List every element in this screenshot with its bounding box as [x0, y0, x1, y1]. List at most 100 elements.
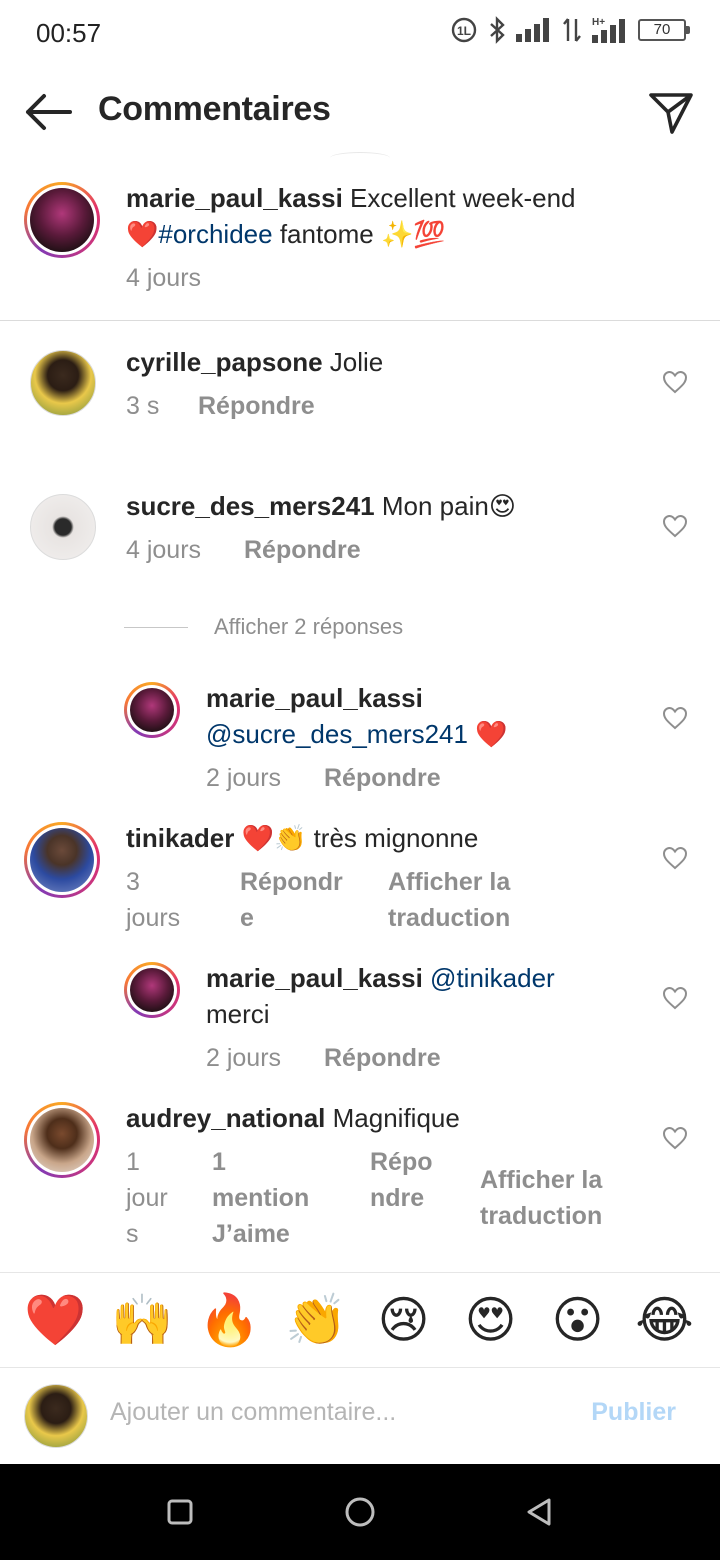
battery-icon: 70 — [638, 19, 690, 41]
reply-button[interactable]: Répo ndre — [370, 1144, 433, 1216]
heart-outline-icon — [662, 846, 688, 870]
emoji-sad-button[interactable]: 😢 — [369, 1290, 439, 1350]
timestamp-part: jours — [126, 904, 181, 932]
data-transfer-icon — [562, 17, 582, 43]
status-time: 00:57 — [36, 18, 102, 48]
comment-composer: Publier — [0, 1368, 720, 1464]
paper-plane-icon — [649, 93, 693, 134]
comment-username[interactable]: tinikader — [126, 823, 234, 853]
commenter-avatar[interactable] — [30, 350, 96, 416]
emoji-fire-button[interactable]: 🔥 — [195, 1290, 265, 1350]
reply-avatar[interactable] — [124, 682, 180, 738]
status-bar: 00:57 1L H+ 70 — [0, 0, 720, 66]
heart-outline-icon — [662, 514, 688, 538]
reply-button[interactable]: Répondre — [324, 760, 441, 796]
caption-username[interactable]: marie_paul_kassi — [126, 183, 343, 213]
timestamp-part: 3 — [126, 868, 140, 896]
comment-text: ❤️👏 très mignonne — [241, 823, 479, 853]
heart-emoji: ❤️ — [126, 219, 159, 249]
comment-username[interactable]: audrey_national — [126, 1103, 325, 1133]
likes-count-link[interactable]: 1 mention J’aime — [212, 1144, 309, 1252]
reply-label-part: e — [240, 904, 254, 932]
heart-outline-icon — [662, 706, 688, 730]
caption-timestamp: 4 jours — [126, 264, 202, 292]
commenter-avatar[interactable] — [24, 822, 100, 898]
translate-button[interactable]: Afficher la traduction — [480, 1162, 602, 1234]
recent-apps-button[interactable] — [158, 1490, 202, 1534]
comment-timestamp: 3 jours — [126, 864, 180, 936]
like-button[interactable] — [660, 844, 690, 872]
reply-text-row: @sucre_des_mers241 ❤️ — [206, 716, 508, 752]
replies-line — [124, 626, 188, 628]
sparkles-emoji: ✨💯 — [381, 219, 446, 249]
timestamp-part: jour — [126, 1184, 168, 1212]
comment-timestamp: 4 jours — [126, 536, 202, 564]
comment-text-row: tinikader ❤️👏 très mignonne — [126, 820, 478, 856]
home-button[interactable] — [338, 1490, 382, 1534]
reply-timestamp: 2 jours — [206, 764, 282, 792]
emoji-heart-eyes-button[interactable]: 😍 — [456, 1290, 526, 1350]
caption-avatar[interactable] — [24, 182, 100, 258]
emoji-clap-button[interactable]: 👏 — [282, 1290, 352, 1350]
like-button[interactable] — [660, 512, 690, 540]
like-button[interactable] — [660, 704, 690, 732]
reply-username[interactable]: marie_paul_kassi — [206, 963, 423, 993]
triangle-back-icon — [527, 1498, 551, 1526]
heart-emoji: ❤️ — [475, 719, 508, 749]
translate-label-part: Afficher la — [388, 868, 511, 896]
status-icons: 1L H+ 70 — [450, 16, 690, 44]
commenter-avatar[interactable] — [24, 1102, 100, 1178]
reply-mention[interactable]: @sucre_des_mers241 — [206, 719, 468, 749]
caption-line-2: ❤️#orchidee fantome ✨💯 — [126, 216, 446, 252]
heart-outline-icon — [662, 986, 688, 1010]
current-user-avatar — [24, 1384, 88, 1448]
translate-label-part: traduction — [388, 904, 511, 932]
reply-avatar[interactable] — [124, 962, 180, 1018]
reply-label-part: ndre — [370, 1184, 425, 1212]
emoji-raised-hands-button[interactable]: 🙌 — [108, 1290, 178, 1350]
reply-text-row: marie_paul_kassi @tinikader — [206, 960, 555, 996]
timestamp-part: 1 — [126, 1148, 140, 1176]
comment-input[interactable] — [110, 1398, 550, 1427]
comment-text: Mon pain😍 — [381, 491, 516, 521]
caption-hashtag[interactable]: #orchidee — [158, 219, 272, 249]
reply-mention[interactable]: @tinikader — [430, 963, 555, 993]
back-nav-button[interactable] — [518, 1490, 562, 1534]
like-button[interactable] — [660, 984, 690, 1012]
reply-button[interactable]: Répondr e — [240, 864, 343, 936]
comment-username[interactable]: cyrille_papsone — [126, 347, 323, 377]
publish-button[interactable]: Publier — [591, 1398, 676, 1427]
data-saver-icon: 1L — [450, 16, 478, 44]
arrow-left-icon — [26, 94, 72, 130]
commenter-avatar[interactable] — [30, 494, 96, 560]
reply-button[interactable]: Répondre — [324, 1040, 441, 1076]
reply-button[interactable]: Répondre — [198, 388, 315, 424]
emoji-surprised-button[interactable]: 😮 — [543, 1290, 613, 1350]
caption-divider — [0, 320, 720, 321]
share-button[interactable] — [646, 88, 696, 138]
reply-username[interactable]: marie_paul_kassi — [206, 683, 423, 713]
svg-text:H+: H+ — [592, 17, 605, 28]
like-button[interactable] — [660, 368, 690, 396]
likes-label-part: mention — [212, 1184, 310, 1212]
reply-button[interactable]: Répondre — [244, 532, 361, 568]
back-button[interactable] — [22, 88, 74, 136]
signal-icon — [516, 18, 552, 42]
header-divider — [330, 152, 390, 164]
signal-hplus-icon: H+ — [592, 16, 628, 44]
emoji-heart-button[interactable]: ❤️ — [21, 1290, 91, 1350]
translate-button[interactable]: Afficher la traduction — [388, 864, 510, 936]
reply-username-row: marie_paul_kassi — [206, 680, 423, 716]
likes-label-part: J’aime — [212, 1220, 290, 1248]
comment-text-row: sucre_des_mers241 Mon pain😍 — [126, 488, 516, 524]
comment-username[interactable]: sucre_des_mers241 — [126, 491, 375, 521]
svg-text:1L: 1L — [457, 24, 471, 38]
comment-text-row: audrey_national Magnifique — [126, 1100, 460, 1136]
caption-line-1: marie_paul_kassi Excellent week-end — [126, 180, 576, 216]
heart-outline-icon — [662, 1126, 688, 1150]
like-button[interactable] — [660, 1124, 690, 1152]
comment-text-row: cyrille_papsone Jolie — [126, 344, 383, 380]
emoji-laughing-button[interactable]: 😂 — [630, 1290, 700, 1350]
circle-icon — [345, 1497, 375, 1527]
view-replies-toggle[interactable]: Afficher 2 réponses — [124, 614, 403, 640]
